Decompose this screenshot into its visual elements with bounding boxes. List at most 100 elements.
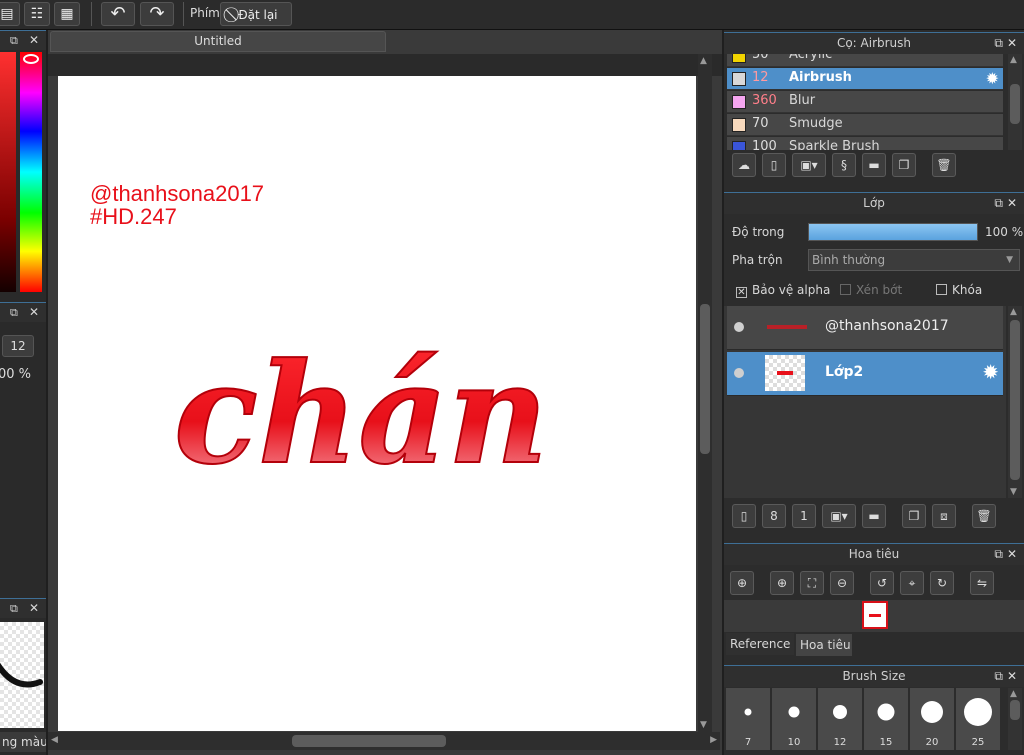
zoom-fit-icon[interactable]: ⊕ xyxy=(730,571,754,595)
duplicate-icon[interactable]: ❐ xyxy=(902,504,926,528)
scroll-up-arrow-icon[interactable]: ▲ xyxy=(1010,689,1017,699)
detach-icon[interactable]: ⧉ xyxy=(994,547,1007,561)
zoom-in-icon[interactable]: ⊕ xyxy=(770,571,794,595)
brush-settings-icon[interactable]: § xyxy=(832,153,856,177)
close-icon[interactable]: ✕ xyxy=(1007,547,1021,561)
detach-icon[interactable]: ⧉ xyxy=(10,602,18,616)
scroll-down-arrow-icon[interactable]: ▼ xyxy=(700,720,707,730)
reset-button[interactable]: ⃠ Đặt lại xyxy=(220,2,292,26)
scroll-left-arrow-icon[interactable]: ◀ xyxy=(51,735,58,745)
close-icon[interactable]: ✕ xyxy=(29,601,39,615)
cloud-download-icon[interactable]: ☁ xyxy=(732,153,756,177)
brush-item-smudge[interactable]: 70 Smudge xyxy=(727,114,1003,136)
new-layer-icon[interactable]: ▯ xyxy=(732,504,756,528)
layer-opacity-label: Độ trong xyxy=(732,225,785,239)
scroll-thumb[interactable] xyxy=(700,304,710,454)
undo-button[interactable]: ↶ xyxy=(101,2,135,26)
canvas-vertical-scrollbar[interactable]: ▲ ▼ xyxy=(698,54,712,732)
add-brush-dropdown-icon[interactable]: ▣▾ xyxy=(792,153,826,177)
tab-reference[interactable]: Reference xyxy=(726,633,794,655)
add-layer-dropdown-icon[interactable]: ▣▾ xyxy=(822,504,856,528)
layer-row-text[interactable]: @thanhsona2017 xyxy=(727,306,1003,350)
brush-control-header: ⧉ ✕ xyxy=(0,302,46,322)
close-icon[interactable]: ✕ xyxy=(1007,196,1021,210)
new-brush-icon[interactable]: ▯ xyxy=(762,153,786,177)
color-tab-label[interactable]: ng màu xyxy=(0,732,46,752)
layer-row-lop2[interactable]: Lớp2 ✹ xyxy=(727,352,1003,396)
new-1bit-layer-icon[interactable]: 1 xyxy=(792,504,816,528)
brush-list-scrollbar[interactable]: ▲ xyxy=(1008,54,1022,150)
fit-screen-icon[interactable]: ⛶ xyxy=(800,571,824,595)
scroll-thumb[interactable] xyxy=(292,735,446,747)
scroll-up-arrow-icon[interactable]: ▲ xyxy=(1010,55,1017,65)
scroll-down-arrow-icon[interactable]: ▼ xyxy=(1010,487,1017,497)
lock-checkbox[interactable]: Khóa xyxy=(936,283,982,297)
scroll-up-arrow-icon[interactable]: ▲ xyxy=(1010,307,1017,317)
detach-icon[interactable]: ⧉ xyxy=(10,306,18,320)
page-icon-button[interactable]: ▤ xyxy=(0,2,20,26)
list-icon-button[interactable]: ☷ xyxy=(24,2,50,26)
visibility-dot-icon[interactable] xyxy=(734,368,744,378)
rotate-left-icon[interactable]: ↺ xyxy=(870,571,894,595)
layer-list-scrollbar[interactable]: ▲ ▼ xyxy=(1008,306,1022,498)
close-icon[interactable]: ✕ xyxy=(1007,669,1021,683)
brush-item-sparkle[interactable]: 100 Sparkle Brush xyxy=(727,137,1003,150)
layer-opacity-slider[interactable] xyxy=(808,223,978,241)
trash-icon[interactable]: 🗑 xyxy=(972,504,996,528)
clip-checkbox[interactable]: Xén bớt xyxy=(840,283,902,297)
hue-slider[interactable] xyxy=(20,52,42,292)
scroll-up-arrow-icon[interactable]: ▲ xyxy=(700,56,707,66)
brush-size-scrollbar[interactable]: ▲ xyxy=(1008,688,1022,750)
brush-size: 70 xyxy=(752,116,769,131)
brush-size-field[interactable]: 12 xyxy=(2,335,34,357)
folder-icon[interactable]: ▬ xyxy=(862,504,886,528)
brush-size-option[interactable]: 20 xyxy=(910,688,955,750)
detach-icon[interactable]: ⧉ xyxy=(10,34,18,48)
document-tab[interactable]: Untitled xyxy=(50,31,386,52)
new-8bit-layer-icon[interactable]: 8 xyxy=(762,504,786,528)
flip-horizontal-icon[interactable]: ⇋ xyxy=(970,571,994,595)
scroll-right-arrow-icon[interactable]: ▶ xyxy=(710,735,717,745)
folder-icon[interactable]: ▬ xyxy=(862,153,886,177)
drawing-canvas[interactable]: @thanhsona2017 #HD.247 chán xyxy=(58,76,696,731)
gear-icon[interactable]: ✹ xyxy=(982,360,999,384)
navigator-toolbar: ⊕ ⊕ ⛶ ⊖ ↺ ⌖ ↻ ⇋ xyxy=(724,568,1024,600)
unchecked-box-icon xyxy=(840,284,851,295)
visibility-dot-icon[interactable] xyxy=(734,322,744,332)
scroll-thumb[interactable] xyxy=(1010,84,1020,124)
protect-alpha-checkbox[interactable]: ✕ Bảo vệ alpha xyxy=(736,283,830,298)
reset-view-icon[interactable]: ⌖ xyxy=(900,571,924,595)
brush-item-airbrush[interactable]: 12 Airbrush ✹ xyxy=(727,68,1003,90)
brush-size-option[interactable]: 7 xyxy=(726,688,771,750)
brush-item-blur[interactable]: 360 Blur xyxy=(727,91,1003,113)
scroll-thumb[interactable] xyxy=(1010,700,1020,720)
brush-size-option[interactable]: 25 xyxy=(956,688,1001,750)
brush-size-option[interactable]: 12 xyxy=(818,688,863,750)
grid-edit-icon-button[interactable]: ▦ xyxy=(54,2,80,26)
redo-button[interactable]: ↷ xyxy=(140,2,174,26)
navigator-preview[interactable] xyxy=(724,600,1024,632)
zoom-out-icon[interactable]: ⊖ xyxy=(830,571,854,595)
blend-mode-select[interactable]: Bình thường ▼ xyxy=(808,249,1020,271)
close-icon[interactable]: ✕ xyxy=(29,33,39,47)
color-shade-box[interactable] xyxy=(0,52,16,292)
scroll-thumb[interactable] xyxy=(1010,320,1020,480)
gear-icon[interactable]: ✹ xyxy=(986,69,999,88)
close-icon[interactable]: ✕ xyxy=(1007,36,1021,50)
merge-down-icon[interactable]: ⧈ xyxy=(932,504,956,528)
rotate-right-icon[interactable]: ↻ xyxy=(930,571,954,595)
duplicate-icon[interactable]: ❐ xyxy=(892,153,916,177)
detach-icon[interactable]: ⧉ xyxy=(994,36,1007,50)
tab-navigator[interactable]: Hoa tiêu xyxy=(796,634,852,656)
brush-size: 100 xyxy=(752,139,777,150)
navigator-viewport-frame[interactable] xyxy=(862,601,888,629)
brush-size-option[interactable]: 10 xyxy=(772,688,817,750)
detach-icon[interactable]: ⧉ xyxy=(994,669,1007,683)
trash-icon[interactable]: 🗑 xyxy=(932,153,956,177)
close-icon[interactable]: ✕ xyxy=(29,305,39,319)
brush-item-acrylic[interactable]: 50 Acrylic xyxy=(727,54,1003,67)
detach-icon[interactable]: ⧉ xyxy=(994,196,1007,210)
hue-handle[interactable] xyxy=(23,54,39,64)
brush-size-option[interactable]: 15 xyxy=(864,688,909,750)
canvas-horizontal-scrollbar[interactable]: ◀ ▶ xyxy=(48,732,720,750)
